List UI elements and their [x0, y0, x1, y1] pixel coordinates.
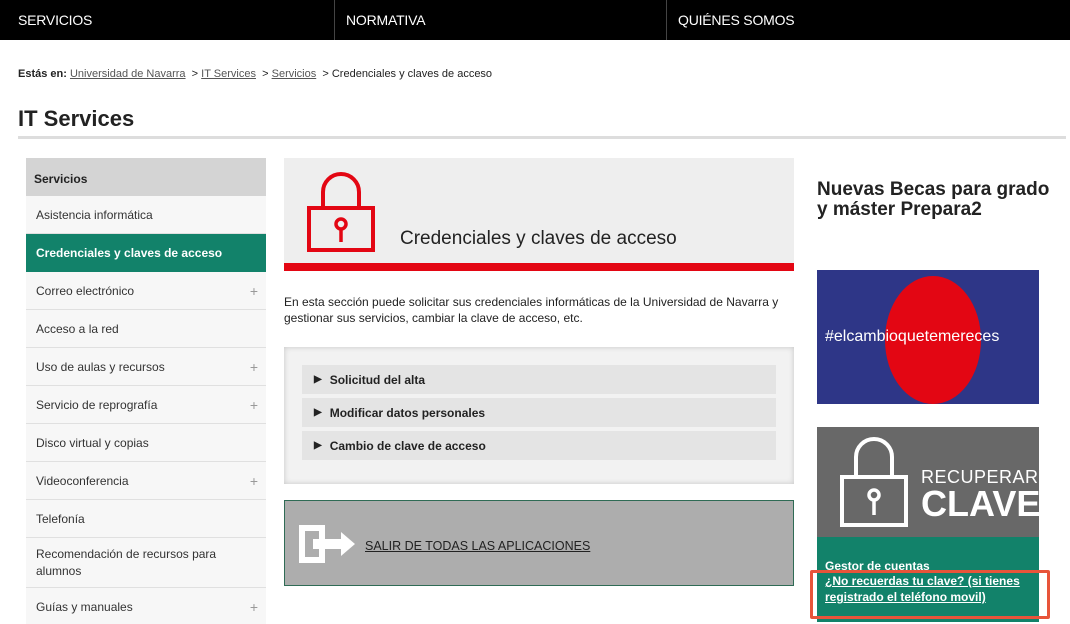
sidebar-item-label: Correo electrónico	[36, 283, 135, 298]
logout-link[interactable]: SALIR DE TODAS LAS APLICACIONES	[365, 539, 590, 553]
intro-text: En esta sección puede solicitar sus cred…	[284, 295, 779, 325]
logout-box[interactable]: SALIR DE TODAS LAS APLICACIONES	[284, 500, 794, 586]
sidebar-item-asistencia[interactable]: Asistencia informática	[26, 196, 266, 234]
recover-line2: CLAVE	[921, 483, 1041, 524]
plus-icon[interactable]: +	[250, 397, 258, 413]
caret-right-icon: ▶	[314, 440, 322, 451]
breadcrumb-separator: >	[322, 68, 329, 80]
nav-quienes-somos[interactable]: QUIÉNES SOMOS	[678, 0, 795, 40]
breadcrumb-prefix: Estás en:	[18, 68, 67, 80]
page-title: IT Services	[18, 106, 135, 131]
breadcrumb-link-servicios[interactable]: Servicios	[272, 68, 317, 80]
exit-icon	[299, 525, 355, 563]
lock-icon	[840, 437, 908, 527]
breadcrumb-separator: >	[262, 68, 269, 80]
accordion-label: Cambio de clave de acceso	[329, 438, 486, 453]
nav-divider	[334, 0, 335, 40]
nav-normativa[interactable]: NORMATIVA	[346, 0, 426, 40]
sidebar-heading: Servicios	[26, 158, 266, 196]
promo-banner[interactable]: #elcambioquetemereces	[817, 270, 1039, 404]
sidebar-item-label: Videoconferencia	[36, 473, 129, 488]
sidebar-item-telefonia[interactable]: Telefonía	[26, 500, 266, 538]
sidebar-item-videoconferencia[interactable]: Videoconferencia +	[26, 462, 266, 500]
plus-icon[interactable]: +	[250, 473, 258, 489]
sidebar-item-recomendacion[interactable]: Recomendación de recursos para alumnos	[26, 538, 266, 588]
sidebar: Servicios Asistencia informática Credenc…	[26, 158, 266, 624]
breadcrumb-link-universidad[interactable]: Universidad de Navarra	[70, 68, 186, 80]
sidebar-item-label: Servicio de reprografía	[36, 397, 158, 412]
breadcrumb-separator: >	[191, 68, 199, 80]
sidebar-item-correo[interactable]: Correo electrónico +	[26, 272, 266, 310]
caret-right-icon: ▶	[314, 407, 322, 418]
sidebar-item-label: Acceso a la red	[36, 321, 119, 336]
breadcrumb-link-it-services[interactable]: IT Services	[201, 68, 256, 80]
accordion-label: Solicitud del alta	[329, 372, 426, 387]
section-title: Credenciales y claves de acceso	[400, 228, 677, 249]
breadcrumb: Estás en: Universidad de Navarra > IT Se…	[18, 68, 492, 80]
plus-icon[interactable]: +	[250, 283, 258, 299]
sidebar-item-acceso-red[interactable]: Acceso a la red	[26, 310, 266, 348]
highlight-box	[810, 570, 1050, 619]
plus-icon[interactable]: +	[250, 359, 258, 375]
top-navigation: SERVICIOS NORMATIVA QUIÉNES SOMOS	[0, 0, 1070, 40]
sidebar-item-credenciales[interactable]: Credenciales y claves de acceso	[26, 234, 266, 272]
accordion-item-modificar[interactable]: ▶ Modificar datos personales	[302, 398, 776, 427]
sidebar-item-label: Telefonía	[36, 511, 85, 526]
sidebar-item-label: Asistencia informática	[36, 207, 153, 222]
sidebar-item-label: Guías y manuales	[36, 599, 133, 614]
sidebar-item-label: Recomendación de recursos para alumnos	[36, 546, 217, 578]
accordion-item-cambio-clave[interactable]: ▶ Cambio de clave de acceso	[302, 431, 776, 460]
title-divider	[18, 136, 1066, 139]
lock-icon	[307, 172, 375, 252]
section-header: Credenciales y claves de acceso	[284, 158, 794, 271]
sidebar-item-aulas[interactable]: Uso de aulas y recursos +	[26, 348, 266, 386]
sidebar-item-label: Credenciales y claves de acceso	[36, 245, 223, 260]
promo-hashtag: #elcambioquetemereces	[825, 328, 1000, 345]
accordion-label: Modificar datos personales	[329, 405, 486, 420]
promo-title: Nuevas Becas para grado y máster Prepara…	[817, 179, 1050, 220]
accent-bar	[284, 263, 794, 271]
nav-divider	[666, 0, 667, 40]
sidebar-item-reprografia[interactable]: Servicio de reprografía +	[26, 386, 266, 424]
caret-right-icon: ▶	[314, 374, 322, 385]
accordion-item-solicitud[interactable]: ▶ Solicitud del alta	[302, 365, 776, 394]
nav-servicios[interactable]: SERVICIOS	[18, 0, 92, 40]
sidebar-item-guias[interactable]: Guías y manuales +	[26, 588, 266, 624]
sidebar-item-disco-virtual[interactable]: Disco virtual y copias	[26, 424, 266, 462]
sidebar-item-label: Uso de aulas y recursos	[36, 359, 165, 374]
recover-password-banner[interactable]: RECUPERAR CLAVE	[817, 427, 1041, 537]
sidebar-item-label: Disco virtual y copias	[36, 435, 149, 450]
accordion: ▶ Solicitud del alta ▶ Modificar datos per…	[284, 347, 794, 484]
breadcrumb-current: Credenciales y claves de acceso	[331, 68, 493, 80]
plus-icon[interactable]: +	[250, 599, 258, 615]
